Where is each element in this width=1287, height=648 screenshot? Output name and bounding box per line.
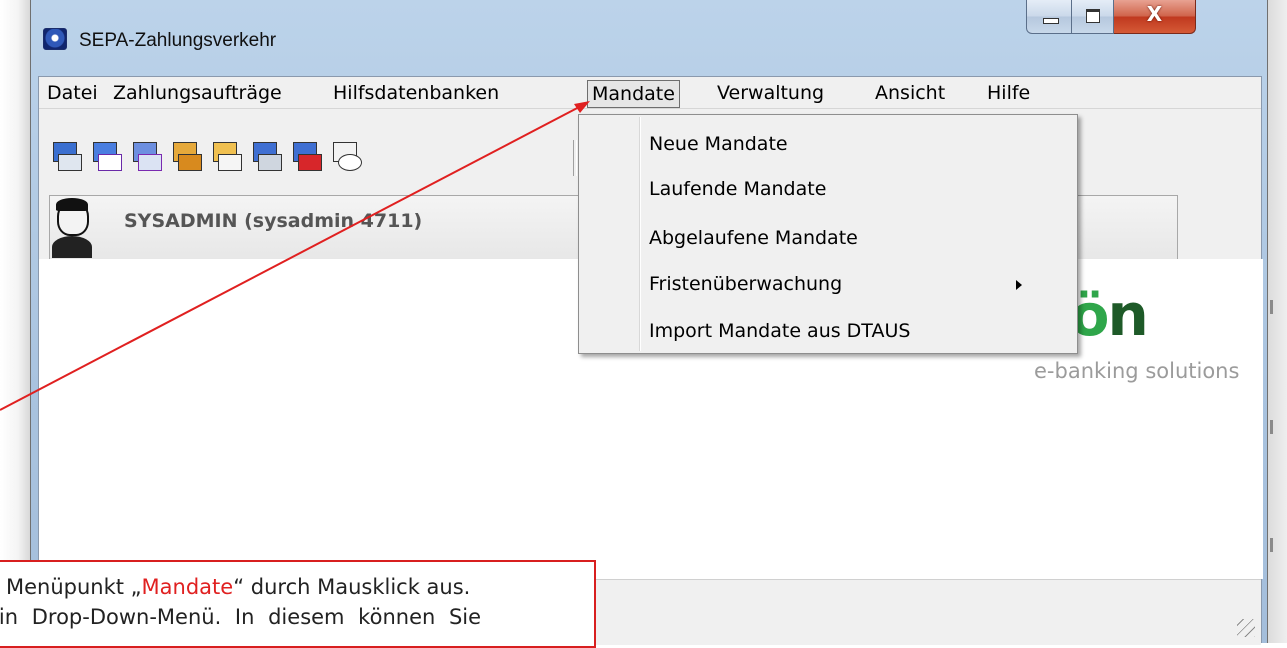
- menu-ansicht[interactable]: Ansicht: [875, 82, 945, 104]
- minimize-icon: [1043, 18, 1059, 24]
- menu-item-neue-mandate[interactable]: Neue Mandate: [649, 133, 788, 155]
- app-icon[interactable]: [43, 28, 67, 50]
- window-title: SEPA-Zahlungsverkehr: [79, 30, 277, 51]
- minimize-button[interactable]: [1026, 0, 1072, 34]
- window-controls: X: [1026, 0, 1196, 36]
- user-label: SYSADMIN (sysadmin 4711): [124, 210, 423, 232]
- toolbar-separator: [573, 140, 577, 176]
- callout-line-1: n Menüpunkt „Mandate“ durch Mausklick au…: [0, 575, 471, 599]
- menu-hilfe[interactable]: Hilfe: [987, 82, 1030, 104]
- edit-document-icon[interactable]: [90, 140, 122, 172]
- screen-icon[interactable]: [250, 140, 282, 172]
- menu-hilfsdatenbanken[interactable]: Hilfsdatenbanken: [333, 82, 499, 104]
- menu-datei[interactable]: Datei: [47, 82, 98, 104]
- folder-transfer-icon[interactable]: [170, 140, 202, 172]
- alert-icon[interactable]: [290, 140, 322, 172]
- menu-item-import-mandate-dtaus[interactable]: Import Mandate aus DTAUS: [649, 320, 910, 342]
- resize-grip-icon[interactable]: [1237, 619, 1255, 637]
- close-button[interactable]: X: [1114, 0, 1196, 34]
- title-bar: SEPA-Zahlungsverkehr X: [31, 0, 1267, 68]
- instruction-callout: n Menüpunkt „Mandate“ durch Mausklick au…: [0, 560, 596, 648]
- menu-item-fristenueberwachung[interactable]: Fristenüberwachung: [649, 273, 842, 295]
- desktop-background-right: [1268, 0, 1287, 643]
- avatar: [52, 198, 92, 258]
- check-documents-icon[interactable]: [130, 140, 162, 172]
- keyboard-icon[interactable]: [50, 140, 82, 172]
- desktop-background-left: [0, 0, 30, 643]
- menu-item-abgelaufene-mandate[interactable]: Abgelaufene Mandate: [649, 227, 858, 249]
- maximize-icon: [1086, 9, 1100, 23]
- callout-line-2: ein Drop-Down-Menü. In diesem können Sie: [0, 605, 482, 629]
- submenu-arrow-icon: [1016, 280, 1022, 290]
- menu-mandate[interactable]: Mandate: [587, 80, 680, 108]
- mandate-dropdown-menu: Neue Mandate Laufende Mandate Abgelaufen…: [578, 114, 1078, 354]
- menu-verwaltung[interactable]: Verwaltung: [717, 82, 824, 104]
- close-icon: X: [1146, 2, 1163, 26]
- network-folder-icon[interactable]: [210, 140, 242, 172]
- menu-zahlungsauftraege[interactable]: Zahlungsaufträge: [113, 82, 282, 104]
- logo-tagline: e-banking solutions: [1034, 359, 1240, 383]
- search-document-icon[interactable]: [330, 140, 362, 172]
- menu-bar: Datei Zahlungsaufträge Hilfsdatenbanken …: [39, 77, 1261, 109]
- callout-highlight: Mandate: [141, 575, 234, 599]
- maximize-button[interactable]: [1072, 0, 1114, 34]
- menu-item-laufende-mandate[interactable]: Laufende Mandate: [649, 178, 826, 200]
